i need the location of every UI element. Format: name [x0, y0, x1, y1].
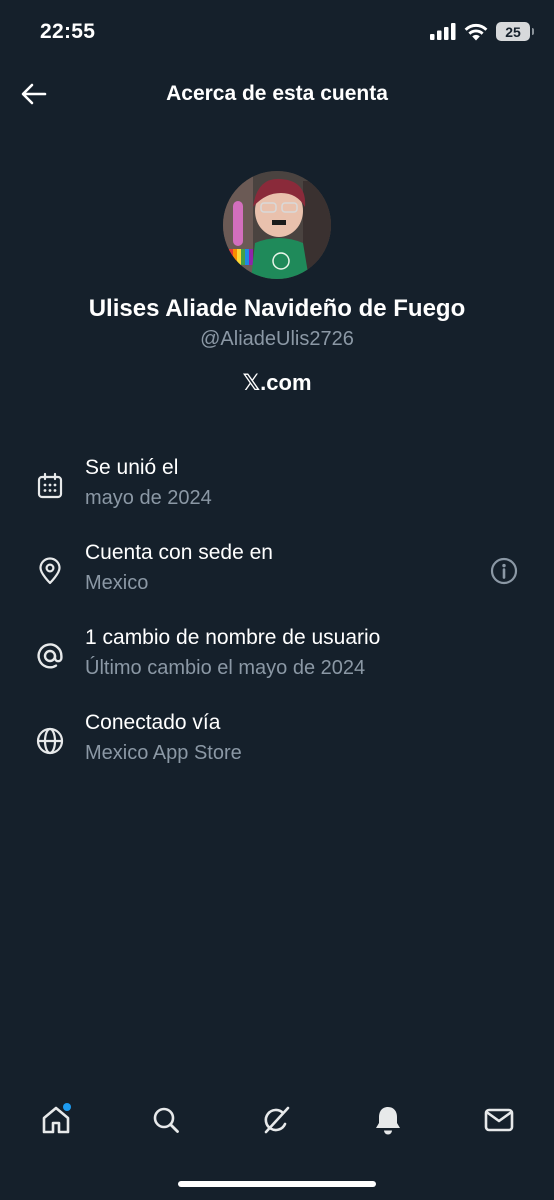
grok-icon — [264, 1106, 290, 1134]
info-subtitle: mayo de 2024 — [85, 487, 212, 509]
calendar-icon — [34, 470, 66, 502]
home-badge — [63, 1103, 71, 1111]
info-title: Se unió el — [85, 456, 179, 479]
avatar-image — [223, 171, 331, 279]
info-subtitle: Mexico — [85, 572, 149, 594]
status-bar: 22:55 25 — [0, 0, 554, 66]
profile-handle[interactable]: @AliadeUlis2726 — [0, 328, 554, 351]
wifi-icon — [464, 23, 488, 40]
nav-grok[interactable] — [257, 1100, 297, 1140]
nav-home[interactable] — [36, 1100, 76, 1140]
home-indicator[interactable] — [178, 1181, 376, 1187]
globe-icon — [34, 725, 66, 757]
info-row-location: Cuenta con sede en Mexico — [0, 541, 554, 611]
search-icon — [153, 1107, 179, 1133]
info-subtitle: Último cambio el mayo de 2024 — [85, 657, 366, 679]
at-sign-icon — [34, 640, 66, 672]
info-circle-icon[interactable] — [488, 555, 520, 587]
battery-icon: 25 — [496, 22, 534, 41]
info-title: 1 cambio de nombre de usuario — [85, 626, 381, 649]
page-title: Acerca de esta cuenta — [166, 82, 388, 105]
bottom-nav — [0, 1082, 554, 1160]
profile-name: Ulises Aliade Navideño de Fuego — [88, 295, 466, 322]
signal-icon — [430, 23, 456, 40]
nav-search[interactable] — [146, 1100, 186, 1140]
avatar[interactable] — [223, 171, 331, 279]
status-time: 22:55 — [40, 20, 96, 43]
domain-label: 𝕏.com — [242, 370, 312, 395]
notifications-bell-icon — [376, 1107, 400, 1135]
info-title: Conectado vía — [85, 711, 221, 734]
messages-envelope-icon — [484, 1108, 514, 1132]
location-pin-icon — [34, 555, 66, 587]
info-row-joined: Se unió el mayo de 2024 — [0, 456, 554, 526]
info-subtitle: Mexico App Store — [85, 742, 242, 764]
nav-notifications[interactable] — [368, 1100, 408, 1140]
header: Acerca de esta cuenta — [0, 66, 554, 122]
battery-level: 25 — [505, 23, 521, 40]
status-icons: 25 — [430, 22, 534, 41]
info-row-username-changes: 1 cambio de nombre de usuario Último cam… — [0, 626, 554, 696]
info-title: Cuenta con sede en — [85, 541, 273, 564]
info-row-connected-via: Conectado vía Mexico App Store — [0, 711, 554, 781]
nav-messages[interactable] — [479, 1100, 519, 1140]
